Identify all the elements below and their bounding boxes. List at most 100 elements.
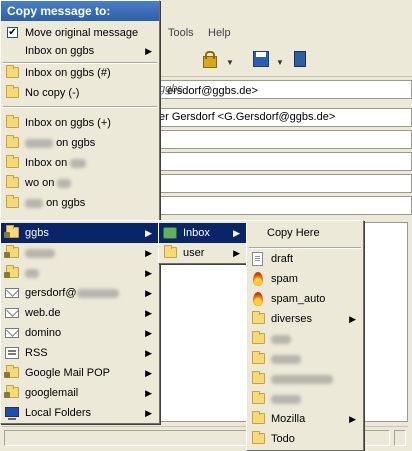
redacted-text xyxy=(70,158,87,168)
folder-label: diverses xyxy=(271,313,312,325)
favorite-label: on ggbs xyxy=(46,197,86,209)
redacted-text xyxy=(25,138,53,148)
folder-item[interactable] xyxy=(247,369,363,389)
folder-item[interactable] xyxy=(247,389,363,409)
menu-tools[interactable]: Tools xyxy=(168,27,194,39)
folder-label: user xyxy=(183,247,205,259)
folder-icon xyxy=(252,431,265,444)
folder-icon xyxy=(6,85,19,98)
recipient-row[interactable] xyxy=(150,174,412,193)
inbox-icon xyxy=(163,227,177,239)
chevron-down-icon[interactable]: ▼ xyxy=(276,58,284,67)
copy-here-item[interactable]: Copy Here xyxy=(247,223,363,243)
redacted-text xyxy=(271,334,291,344)
favorite-label: Inbox on xyxy=(25,157,68,169)
account-item[interactable]: gersdorf@ ▶ xyxy=(1,283,159,303)
redacted-text xyxy=(25,198,43,208)
computer-icon xyxy=(5,407,19,420)
favorite-item[interactable]: on ggbs xyxy=(1,133,159,153)
account-item[interactable]: ▶ xyxy=(1,243,159,263)
account-item[interactable]: Local Folders ▶ xyxy=(1,403,159,423)
menubar: Tools Help xyxy=(150,24,412,44)
chevron-right-icon: ▶ xyxy=(145,348,152,358)
recipient-row[interactable] xyxy=(150,152,412,171)
account-label: Local Folders xyxy=(25,407,92,419)
account-item[interactable]: domino ▶ xyxy=(1,323,159,343)
folder-icon xyxy=(252,411,265,424)
favorite-item[interactable]: Inbox on ggbs (+) xyxy=(1,113,159,133)
account-item[interactable]: web.de ▶ xyxy=(1,303,159,323)
separator xyxy=(3,106,157,108)
recent-item[interactable]: Inbox on ggbs (#) xyxy=(1,63,159,83)
redacted-text xyxy=(25,268,39,278)
account-label: Google Mail POP xyxy=(25,367,110,379)
move-original-label: Move original message xyxy=(25,27,139,39)
checkbox[interactable]: ✔ xyxy=(7,27,18,38)
account-item[interactable]: googlemail ▶ xyxy=(1,383,159,403)
favorite-item[interactable]: Inbox on xyxy=(1,153,159,173)
chevron-right-icon: ▶ xyxy=(145,368,152,378)
folder-lock-icon xyxy=(4,385,19,398)
chevron-right-icon: ▶ xyxy=(145,248,152,258)
from-field[interactable]: ersdorf@ggbs.de> ggbs xyxy=(150,80,412,99)
chevron-right-icon: ▶ xyxy=(233,248,240,258)
folder-label: Inbox xyxy=(183,227,210,239)
favorite-item[interactable]: on ggbs xyxy=(1,193,159,213)
chevron-down-icon[interactable]: ▼ xyxy=(226,58,234,67)
menu-help[interactable]: Help xyxy=(208,27,231,39)
folder-label: Todo xyxy=(271,433,295,445)
chevron-right-icon: ▶ xyxy=(145,46,152,56)
folder-icon xyxy=(252,331,265,344)
redacted-text xyxy=(76,288,119,298)
chevron-right-icon: ▶ xyxy=(145,328,152,338)
folder-item[interactable]: Mozilla ▶ xyxy=(247,409,363,429)
account-item[interactable]: Google Mail POP ▶ xyxy=(1,363,159,383)
folder-item-user[interactable]: user ▶ xyxy=(159,243,247,263)
folder-lock-icon xyxy=(4,265,19,278)
chevron-right-icon: ▶ xyxy=(349,414,356,424)
ggbs-folder-menu: Inbox ▶ user ▶ xyxy=(158,220,248,264)
redacted-text xyxy=(271,394,301,404)
chevron-right-icon: ▶ xyxy=(145,388,152,398)
folder-icon xyxy=(252,351,265,364)
redacted-text xyxy=(271,354,301,364)
account-submenu-item[interactable]: Inbox on ggbs ▶ xyxy=(1,41,159,61)
folder-item[interactable]: spam_auto xyxy=(247,289,363,309)
folder-icon xyxy=(6,65,19,78)
chevron-right-icon: ▶ xyxy=(145,228,152,238)
account-label: ggbs xyxy=(25,227,49,239)
redacted-text xyxy=(25,248,55,258)
folder-icon xyxy=(252,311,265,324)
folder-item[interactable]: draft xyxy=(247,249,363,269)
folder-item[interactable]: spam xyxy=(247,269,363,289)
account-label: web.de xyxy=(25,307,61,319)
to-field[interactable]: er Gersdorf <G.Gersdorf@ggbs.de> xyxy=(150,108,412,127)
envelope-icon xyxy=(5,308,19,318)
recent-label: Inbox on ggbs (#) xyxy=(25,67,111,79)
from-address: ersdorf@ggbs.de> xyxy=(167,85,258,97)
envelope-icon xyxy=(5,328,19,338)
folder-item-inbox[interactable]: Inbox ▶ xyxy=(159,223,247,243)
favorite-label: on ggbs xyxy=(56,137,96,149)
chevron-right-icon: ▶ xyxy=(145,268,152,278)
favorite-item[interactable]: wo on xyxy=(1,173,159,193)
folder-lock-icon xyxy=(4,365,19,378)
account-item[interactable]: ▶ xyxy=(1,263,159,283)
folder-item[interactable]: diverses ▶ xyxy=(247,309,363,329)
address-book-icon[interactable] xyxy=(292,50,310,68)
folder-item[interactable] xyxy=(247,329,363,349)
folder-item[interactable] xyxy=(247,349,363,369)
redacted-text xyxy=(57,178,72,188)
recent-item[interactable]: No copy (-) xyxy=(1,83,159,103)
account-item[interactable]: RSS ▶ xyxy=(1,343,159,363)
move-original-checkbox-item[interactable]: ✔ Move original message xyxy=(1,23,159,43)
recipient-row[interactable] xyxy=(150,130,412,149)
folder-label: draft xyxy=(271,253,294,265)
document-icon xyxy=(252,252,263,266)
accounts-menu: ggbs ▶ ▶ ▶ gersdorf@ ▶ web.de ▶ domino ▶… xyxy=(0,220,160,424)
account-item-ggbs[interactable]: ggbs ▶ xyxy=(1,223,159,243)
folder-item[interactable]: Todo xyxy=(247,429,363,449)
save-icon[interactable] xyxy=(252,50,270,68)
subject-field[interactable] xyxy=(150,196,412,215)
folder-lock-icon xyxy=(4,245,19,258)
